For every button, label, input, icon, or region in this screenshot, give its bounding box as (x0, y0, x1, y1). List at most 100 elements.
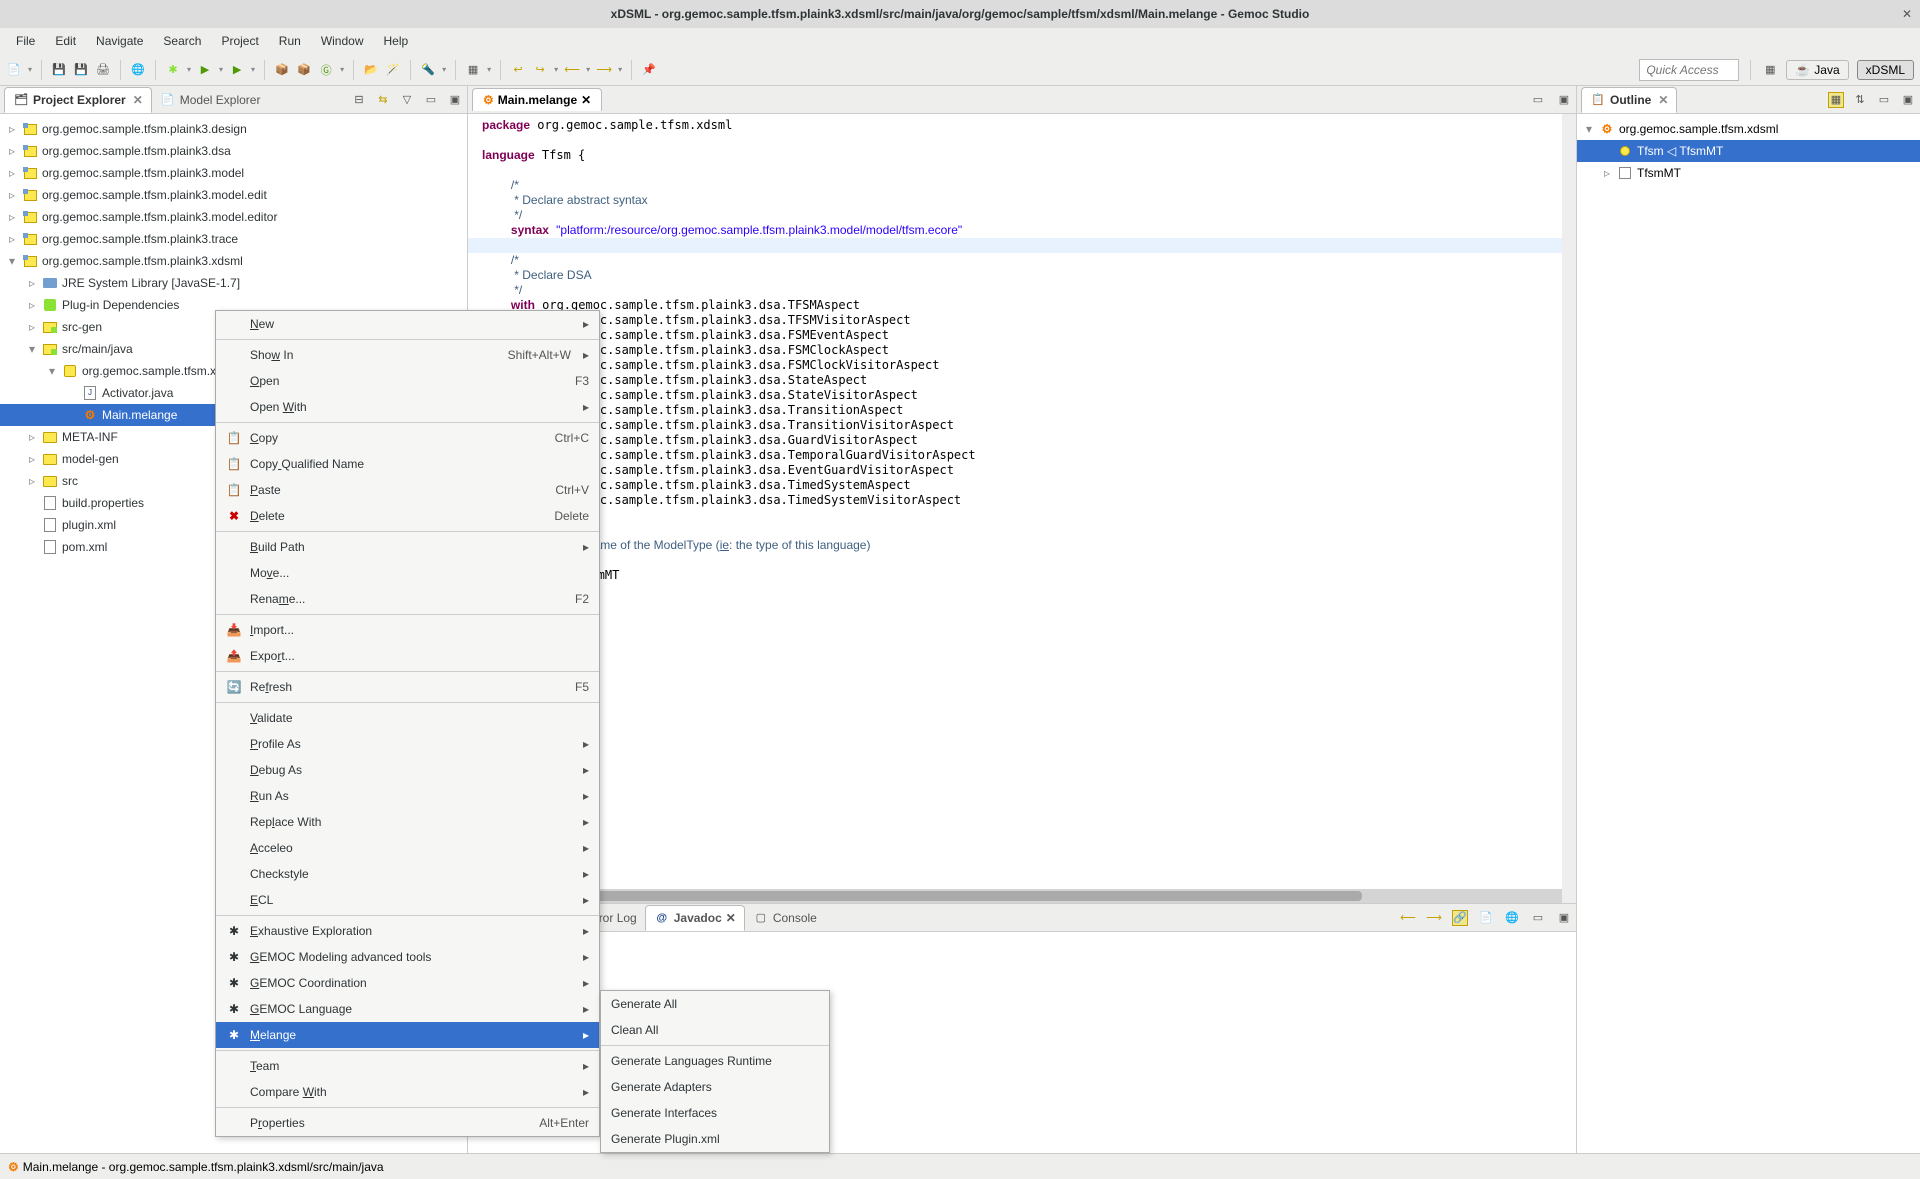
run-icon[interactable]: ▶ (197, 62, 213, 78)
javadoc-fwd-icon[interactable]: ⟶ (1426, 910, 1442, 926)
nav-fwd-icon[interactable]: ↪ (532, 62, 548, 78)
context-menu-item[interactable]: Checkstyle▸ (216, 861, 599, 887)
nav-next-icon[interactable]: ⟶ (596, 62, 612, 78)
toggle-icon[interactable]: ▦ (465, 62, 481, 78)
tab-close-icon[interactable]: ✕ (1658, 93, 1668, 107)
context-menu-item[interactable]: ECL▸ (216, 887, 599, 913)
outline-body[interactable]: ▾⚙org.gemoc.sample.tfsm.xdsmlTfsm ◁ Tfsm… (1577, 114, 1920, 1153)
perspective-java[interactable]: ☕Java (1786, 60, 1848, 80)
tree-item[interactable]: ▹JRE System Library [JavaSE-1.7] (0, 272, 467, 294)
globe-icon[interactable]: 🌐 (130, 62, 146, 78)
context-menu-item[interactable]: ✱GEMOC Modeling advanced tools▸ (216, 944, 599, 970)
menu-run[interactable]: Run (269, 32, 311, 50)
outline-maximize-icon[interactable]: ▣ (1900, 92, 1916, 108)
javadoc-back-icon[interactable]: ⟵ (1400, 910, 1416, 926)
bottom-minimize-icon[interactable]: ▭ (1530, 910, 1546, 926)
context-menu-item[interactable]: 📤Export... (216, 643, 599, 669)
save-icon[interactable]: 💾 (51, 62, 67, 78)
context-menu-item[interactable]: Open With▸ (216, 394, 599, 420)
tab-close-icon[interactable]: ✕ (133, 93, 143, 107)
context-menu-item[interactable]: New▸ (216, 311, 599, 337)
pin-icon[interactable]: 📌 (641, 62, 657, 78)
tree-toggle-icon[interactable]: ▹ (26, 298, 38, 312)
minimize-icon[interactable]: ▭ (423, 92, 439, 108)
outline-item[interactable]: Tfsm ◁ TfsmMT (1577, 140, 1920, 162)
context-menu-item[interactable]: 📋PasteCtrl+V (216, 477, 599, 503)
context-menu-item[interactable]: Replace With▸ (216, 809, 599, 835)
tree-toggle-icon[interactable]: ▾ (26, 342, 38, 356)
outline-item[interactable]: ▾⚙org.gemoc.sample.tfsm.xdsml (1577, 118, 1920, 140)
context-menu-item[interactable]: Generate Languages Runtime (601, 1048, 829, 1074)
debug-icon[interactable]: ✱ (165, 62, 181, 78)
perspective-xdsml[interactable]: xDSML (1857, 60, 1914, 80)
editor-scrollbar-h[interactable] (468, 889, 1562, 903)
context-menu-item[interactable]: ✱Melange▸ (216, 1022, 599, 1048)
maximize-icon[interactable]: ▣ (447, 92, 463, 108)
nav-prev-icon[interactable]: ⟵ (564, 62, 580, 78)
tab-outline[interactable]: 📋 Outline ✕ (1581, 87, 1677, 113)
new-pkg-icon[interactable]: 📦 (274, 62, 290, 78)
context-menu-item[interactable]: Build Path▸ (216, 534, 599, 560)
tree-toggle-icon[interactable]: ▹ (6, 122, 18, 136)
tab-javadoc[interactable]: @Javadoc✕ (645, 905, 745, 931)
context-menu-item[interactable]: ✱GEMOC Coordination▸ (216, 970, 599, 996)
context-submenu-melange[interactable]: Generate AllClean All Generate Languages … (600, 990, 830, 1153)
context-menu-item[interactable]: OpenF3 (216, 368, 599, 394)
editor-minimize-icon[interactable]: ▭ (1530, 92, 1546, 108)
tree-toggle-icon[interactable]: ▹ (6, 188, 18, 202)
tab-model-explorer[interactable]: 📄 Model Explorer (152, 88, 269, 112)
nav-back-icon[interactable]: ↩ (510, 62, 526, 78)
tree-toggle-icon[interactable]: ▹ (26, 276, 38, 290)
wand-icon[interactable]: 🪄 (385, 62, 401, 78)
tree-toggle-icon[interactable]: ▹ (26, 430, 38, 444)
context-menu-item[interactable]: PropertiesAlt+Enter (216, 1110, 599, 1136)
context-menu-item[interactable]: Clean All (601, 1017, 829, 1043)
context-menu-item[interactable]: 📥Import... (216, 617, 599, 643)
javadoc-open-icon[interactable]: 📄 (1478, 910, 1494, 926)
tab-console[interactable]: ▢Console (745, 906, 825, 930)
tree-item[interactable]: ▹org.gemoc.sample.tfsm.plaink3.dsa (0, 140, 467, 162)
menu-edit[interactable]: Edit (45, 32, 86, 50)
javadoc-browser-icon[interactable]: 🌐 (1504, 910, 1520, 926)
context-menu-item[interactable]: 📋CopyCtrl+C (216, 425, 599, 451)
open-task-icon[interactable]: 📂 (363, 62, 379, 78)
editor-maximize-icon[interactable]: ▣ (1556, 92, 1572, 108)
tree-item[interactable]: ▹org.gemoc.sample.tfsm.plaink3.design (0, 118, 467, 140)
tree-toggle-icon[interactable]: ▹ (26, 474, 38, 488)
context-menu-item[interactable]: Generate All (601, 991, 829, 1017)
context-menu-item[interactable]: ✖DeleteDelete (216, 503, 599, 529)
context-menu-item[interactable]: Team▸ (216, 1053, 599, 1079)
context-menu-item[interactable]: ✱GEMOC Language▸ (216, 996, 599, 1022)
context-menu-item[interactable]: Profile As▸ (216, 731, 599, 757)
context-menu-item[interactable]: ✱Exhaustive Exploration▸ (216, 918, 599, 944)
context-menu-item[interactable]: Compare With▸ (216, 1079, 599, 1105)
outline-toggle-icon[interactable]: ▹ (1601, 166, 1613, 180)
new-class-icon[interactable]: 📦 (296, 62, 312, 78)
menu-help[interactable]: Help (374, 32, 419, 50)
menu-search[interactable]: Search (153, 32, 211, 50)
quick-access-input[interactable] (1639, 59, 1739, 81)
outline-item[interactable]: ▹TfsmMT (1577, 162, 1920, 184)
tree-toggle-icon[interactable]: ▹ (6, 232, 18, 246)
tree-toggle-icon[interactable]: ▹ (26, 452, 38, 466)
context-menu[interactable]: New▸ Show InShift+Alt+W▸OpenF3Open With▸ 📋… (215, 310, 600, 1137)
view-menu-icon[interactable]: ▽ (399, 92, 415, 108)
context-menu-item[interactable]: Generate Adapters (601, 1074, 829, 1100)
context-menu-item[interactable]: Move... (216, 560, 599, 586)
outline-toggle-icon[interactable]: ▾ (1583, 122, 1595, 136)
open-perspective-icon[interactable]: ▦ (1762, 62, 1778, 78)
context-menu-item[interactable]: Acceleo▸ (216, 835, 599, 861)
print-icon[interactable]: 🖨 (95, 62, 111, 78)
editor-body[interactable]: package org.gemoc.sample.tfsm.xdsml lang… (468, 114, 1576, 903)
bottom-maximize-icon[interactable]: ▣ (1556, 910, 1572, 926)
collapse-all-icon[interactable]: ⊟ (351, 92, 367, 108)
menu-project[interactable]: Project (211, 32, 268, 50)
context-menu-item[interactable]: Rename...F2 (216, 586, 599, 612)
tab-project-explorer[interactable]: 🗂 Project Explorer ✕ (4, 87, 152, 113)
context-menu-item[interactable]: Debug As▸ (216, 757, 599, 783)
menu-file[interactable]: File (6, 32, 45, 50)
context-menu-item[interactable]: Show InShift+Alt+W▸ (216, 342, 599, 368)
outline-minimize-icon[interactable]: ▭ (1876, 92, 1892, 108)
tree-toggle-icon[interactable]: ▹ (26, 320, 38, 334)
outline-mode1-icon[interactable]: ▦ (1828, 92, 1844, 108)
